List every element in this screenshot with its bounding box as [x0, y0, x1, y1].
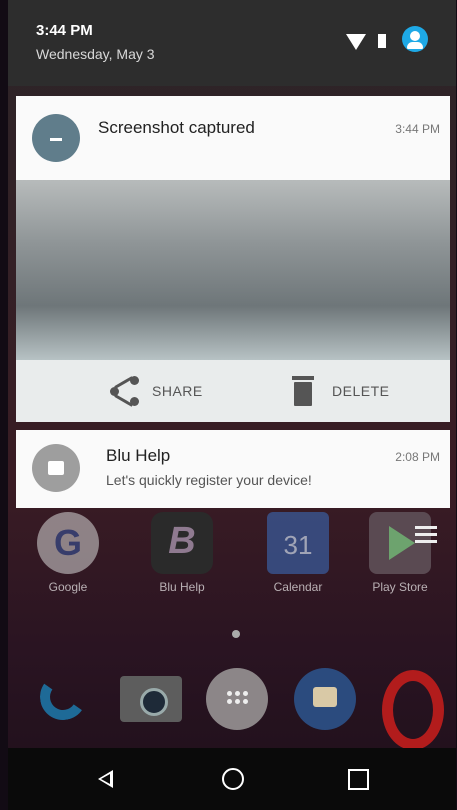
app-calendar[interactable]: 31 Calendar	[258, 512, 338, 594]
app-play-store[interactable]: Play Store	[360, 512, 440, 594]
notification-header[interactable]: Screenshot captured 3:44 PM	[16, 96, 450, 180]
google-icon: G	[37, 512, 99, 574]
share-button[interactable]: SHARE	[110, 374, 203, 408]
notification-time: 2:08 PM	[395, 450, 440, 464]
dock-messages[interactable]	[294, 668, 356, 730]
share-icon	[110, 376, 140, 407]
account-icon[interactable]	[402, 26, 428, 52]
back-icon[interactable]	[98, 770, 113, 788]
home-icon[interactable]	[222, 768, 244, 790]
app-label: Calendar	[273, 580, 323, 594]
trash-icon	[292, 376, 314, 406]
message-icon	[32, 444, 80, 492]
screenshot-icon	[32, 114, 80, 162]
app-grid-icon	[225, 689, 249, 705]
phone-screen: 3:44 PM Wednesday, May 3 Screenshot capt…	[8, 0, 456, 810]
notification-title: Blu Help	[106, 446, 171, 465]
app-google[interactable]: G Google	[28, 512, 108, 594]
battery-icon	[378, 34, 386, 48]
dock-opera[interactable]	[378, 668, 444, 750]
screenshot-preview[interactable]	[16, 180, 450, 360]
app-label: Play Store	[372, 580, 428, 594]
clock-date: Wednesday, May 3	[36, 46, 155, 62]
notification-actions: SHARE DELETE	[16, 360, 450, 422]
play-store-icon	[369, 512, 437, 574]
dock-phone[interactable]	[36, 668, 98, 730]
notification-blu-help[interactable]: Blu Help Let's quickly register your dev…	[16, 430, 450, 508]
wifi-icon	[346, 34, 366, 50]
app-label: Google	[48, 580, 88, 594]
page-indicator	[232, 630, 240, 638]
clock-time: 3:44 PM	[36, 22, 93, 39]
notification-time: 3:44 PM	[395, 122, 440, 136]
notification-title: Screenshot captured	[98, 118, 255, 137]
calendar-icon: 31	[267, 512, 329, 574]
notification-screenshot[interactable]: Screenshot captured 3:44 PM SHARE DELETE	[16, 96, 450, 422]
messages-icon	[313, 687, 337, 707]
opera-icon	[382, 670, 444, 750]
delete-label: DELETE	[332, 383, 390, 399]
dock-camera[interactable]	[120, 668, 182, 730]
recents-icon[interactable]	[348, 769, 369, 790]
app-drawer-button[interactable]	[206, 668, 268, 730]
app-blu-help[interactable]: B Blu Help	[142, 512, 222, 594]
app-label: Blu Help	[159, 580, 205, 594]
notification-text: Let's quickly register your device!	[106, 472, 312, 488]
phone-icon	[36, 670, 90, 724]
status-shade: 3:44 PM Wednesday, May 3	[8, 0, 456, 86]
share-label: SHARE	[152, 383, 203, 399]
delete-button[interactable]: DELETE	[292, 374, 389, 408]
navigation-bar	[8, 748, 456, 810]
blu-help-icon: B	[151, 512, 213, 574]
